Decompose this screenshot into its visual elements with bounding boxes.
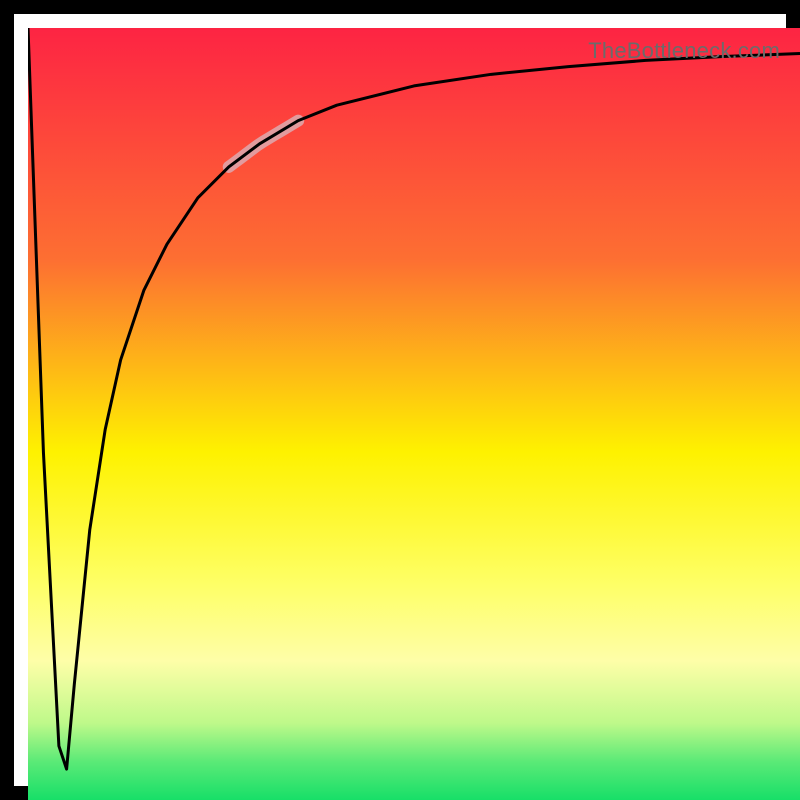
bottleneck-curve [28,28,800,769]
watermark-text: TheBottleneck.com [588,40,780,62]
chart-frame: TheBottleneck.com [0,0,800,800]
curve-layer [28,28,800,800]
chart-plot-area: TheBottleneck.com [28,28,800,800]
